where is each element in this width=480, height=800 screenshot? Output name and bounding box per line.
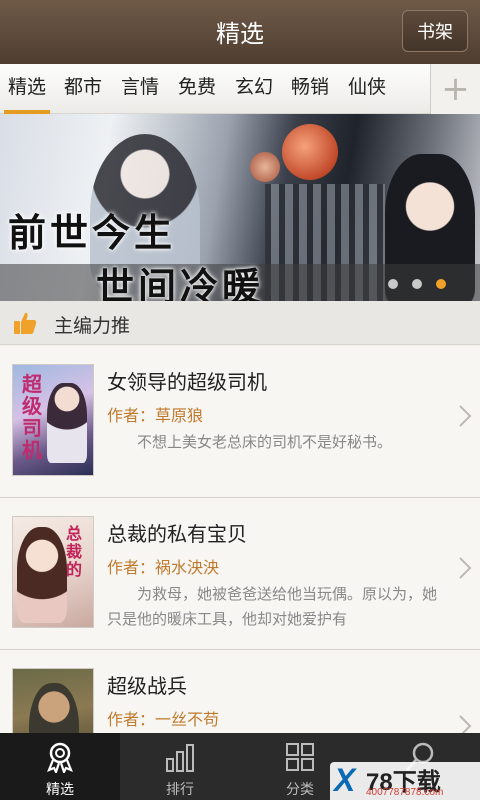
book-description: 不想上美女老总床的司机不是好秘书。 <box>137 433 393 451</box>
book-cover: 总裁的 <box>12 516 94 628</box>
book-description: 为救母，她被爸爸送给他当玩偶。原以为，她只是他的暖床工具，他却对她爱护有 <box>107 585 438 628</box>
thumbs-up-icon <box>14 312 37 334</box>
book-list-item[interactable]: 超级战兵 作者：一丝不苟 <box>0 650 480 780</box>
book-title: 超级战兵 <box>107 674 187 698</box>
chevron-right-icon <box>459 557 472 579</box>
carousel-dot-active[interactable] <box>436 279 446 289</box>
carousel-indicator <box>388 279 446 289</box>
promo-banner[interactable]: 前世今生 世间冷暖 <box>0 114 480 301</box>
carousel-dot[interactable] <box>388 279 398 289</box>
nav-label: 精选 <box>46 782 74 798</box>
tab-urban[interactable]: 都市 <box>64 64 102 114</box>
medal-icon <box>47 742 73 773</box>
book-list-item[interactable]: 超级司机 女领导的超级司机 作者：草原狼 不想上美女老总床的司机不是好秘书。 <box>0 346 480 498</box>
book-author: 作者：一丝不苟 <box>107 710 220 729</box>
nav-label: 排行 <box>166 782 194 798</box>
watermark-url: 4007787878.com <box>366 787 444 798</box>
book-cover: 超级司机 <box>12 364 94 476</box>
book-title: 总裁的私有宝贝 <box>107 522 247 546</box>
watermark-logo: X 78下载 4007787878.com <box>330 762 480 800</box>
tab-xianxia[interactable]: 仙侠 <box>348 64 386 114</box>
grid-icon <box>286 743 314 771</box>
nav-featured[interactable]: 精选 <box>0 733 120 800</box>
watermark-x-icon: X <box>334 762 356 798</box>
plus-icon: + <box>441 69 470 109</box>
bar-chart-icon <box>166 744 194 772</box>
carousel-dot[interactable] <box>412 279 422 289</box>
chevron-right-icon <box>459 405 472 427</box>
tab-featured[interactable]: 精选 <box>3 64 51 114</box>
banner-caption-line2: 世间冷暖 <box>96 264 265 301</box>
book-cover-title: 总裁的 <box>65 524 82 579</box>
tab-free[interactable]: 免费 <box>178 64 216 114</box>
add-tab-button[interactable]: + <box>430 64 480 114</box>
book-author: 作者：祸水泱泱 <box>107 558 220 577</box>
category-tabs: 精选 都市 言情 免费 玄幻 畅销 仙侠 + <box>0 64 480 114</box>
book-list-item[interactable]: 总裁的 总裁的私有宝贝 作者：祸水泱泱 为救母，她被爸爸送给他当玩偶。原以为，她… <box>0 498 480 650</box>
book-cover-title: 超级司机 <box>22 372 42 462</box>
tab-romance[interactable]: 言情 <box>121 64 159 114</box>
section-title: 主编力推 <box>54 315 131 337</box>
section-header: 主编力推 <box>0 301 480 345</box>
book-author: 作者：草原狼 <box>107 406 204 425</box>
app-header: 精选 书架 <box>0 0 480 64</box>
bookshelf-button[interactable]: 书架 <box>402 10 468 52</box>
nav-ranking[interactable]: 排行 <box>120 733 240 800</box>
book-title: 女领导的超级司机 <box>107 370 267 394</box>
banner-caption-line1: 前世今生 <box>8 210 177 255</box>
tab-fantasy[interactable]: 玄幻 <box>235 64 273 114</box>
tab-bestseller[interactable]: 畅销 <box>291 64 329 114</box>
